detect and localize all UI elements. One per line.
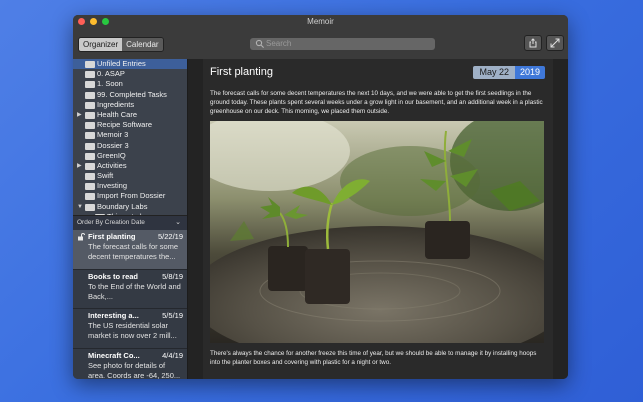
minimize-button[interactable] [90,18,97,25]
entry-list-preview: The US residential solar market is now o… [88,321,177,340]
window-controls [78,18,109,25]
seedlings-photo [210,121,544,343]
unlock-icon [78,233,85,241]
folder-icon [85,173,95,181]
folder-icon [85,132,95,140]
entry-list-item[interactable]: First planting 5/22/19 The forecast calls … [73,230,187,270]
entry-list-date: 5/8/19 [162,271,183,281]
entry-list-date: 5/5/19 [162,311,183,320]
folder-label: 1. Soon [97,79,123,89]
window-title: Memoir [307,17,334,26]
folder-label: Swift [97,171,114,181]
folder-item[interactable]: 1. Soon [73,79,187,89]
entry-date-day[interactable]: May 22 [473,66,515,79]
search-icon [255,39,264,48]
folder-label: Boundary Labs [97,201,148,211]
entry-list-title: Books to read [88,271,139,281]
folder-item[interactable]: Recipe Software [73,120,187,130]
folder-item[interactable]: ▶ Activities [73,161,187,171]
entry-list-preview: To the End of the World and Back,... [88,281,181,301]
entry-list-item[interactable]: Minecraft Co... 4/4/19 See photo for detai… [73,349,187,380]
fullscreen-button[interactable] [546,35,564,51]
entry-list-item[interactable]: Interesting a... 5/5/19 The US residential… [73,309,187,349]
entry-paragraph[interactable]: The forecast calls for some decent tempe… [210,89,545,116]
folder-item[interactable]: Memoir 3 [73,130,187,140]
folder-icon [85,193,95,201]
folder-list: Unfiled Entries 0. ASAP 1. Soon 99. Complet… [73,59,187,215]
folder-item[interactable]: ▼ Boundary Labs [73,202,187,212]
editor-pane: First planting May 22 2019 The forecast … [188,59,568,379]
folder-icon [85,203,95,211]
folder-label: 0. ASAP [97,69,125,79]
folder-item[interactable]: Dossier 3 [73,141,187,151]
disclosure-open-icon[interactable]: ▼ [77,202,83,212]
folder-label: Dossier 3 [97,140,129,150]
folder-icon [85,183,95,191]
entry-list-preview: See photo for details of area. Coords ar… [88,360,181,380]
folder-icon [85,91,95,99]
entry-document[interactable]: First planting May 22 2019 The forecast … [203,59,553,379]
sort-order-label: Order By Creation Date [77,219,145,226]
folder-label: Ingredients [97,99,135,109]
folder-icon [85,142,95,150]
folder-item[interactable]: Import From Dossier [73,191,187,201]
disclosure-closed-icon[interactable]: ▶ [77,161,82,171]
app-window: Memoir Organizer Calendar Search Unfiled… [73,15,568,379]
folder-label: GreenIQ [97,150,126,160]
folder-icon [85,71,95,79]
folder-item[interactable]: 0. ASAP [73,69,187,79]
folder-item[interactable]: Ingredients [73,100,187,110]
folder-item[interactable]: Investing [73,181,187,191]
entry-list-date: 5/22/19 [157,232,183,241]
entry-list-item[interactable]: Books to read 5/8/19 To the End of the Wor… [73,270,187,309]
tab-organizer[interactable]: Organizer [79,38,123,51]
entry-date[interactable]: May 22 2019 [473,66,545,79]
entry-list-date: 4/4/19 [162,350,183,360]
folder-item[interactable]: ▶ Health Care [73,110,187,120]
folder-label: Unfiled Entries [97,59,146,68]
sort-order-menu[interactable]: Order By Creation Date ⌄ [73,215,187,231]
tab-calendar[interactable]: Calendar [122,38,163,51]
folder-icon [85,81,95,89]
entry-list: First planting 5/22/19 The forecast calls … [73,230,187,379]
search-input[interactable]: Search [250,38,435,50]
folder-icon [85,111,95,119]
folder-icon [85,122,95,130]
entry-paragraph[interactable]: There's always the chance for another fr… [210,349,545,367]
expand-icon [550,38,560,48]
folder-label: Investing [97,181,128,191]
entry-list-title: First planting [88,232,136,241]
close-button[interactable] [78,18,85,25]
share-icon [529,38,537,48]
disclosure-closed-icon[interactable]: ▶ [77,110,82,120]
entry-title[interactable]: First planting [210,66,273,78]
folder-item[interactable]: 99. Completed Tasks [73,90,187,100]
chevron-down-icon: ⌄ [175,219,181,226]
zoom-button[interactable] [102,18,109,25]
toolbar: Organizer Calendar Search [73,29,568,60]
folder-icon [85,162,95,170]
folder-label: 99. Completed Tasks [97,89,167,99]
share-button[interactable] [524,35,542,51]
folder-label: Import From Dossier [97,191,166,201]
sidebar: Unfiled Entries 0. ASAP 1. Soon 99. Complet… [73,59,187,379]
folder-label: Memoir 3 [97,130,129,140]
folder-item[interactable]: Unfiled Entries [73,59,187,70]
folder-icon [85,101,95,109]
title-bar: Memoir [73,15,568,29]
folder-label: Activities [97,160,127,170]
folder-item[interactable]: Swift [73,171,187,181]
folder-item[interactable]: GreenIQ [73,151,187,161]
entry-list-title: Minecraft Co... [88,350,140,360]
folder-icon [85,152,95,160]
folder-icon [85,61,95,68]
view-switcher: Organizer Calendar [78,37,164,52]
entry-date-year[interactable]: 2019 [514,66,545,79]
folder-label: Health Care [97,109,138,119]
folder-label: Recipe Software [97,120,153,130]
entry-list-preview: The forecast calls for some decent tempe… [88,242,179,261]
entry-list-title: Interesting a... [88,311,139,320]
search-placeholder: Search [266,39,292,48]
